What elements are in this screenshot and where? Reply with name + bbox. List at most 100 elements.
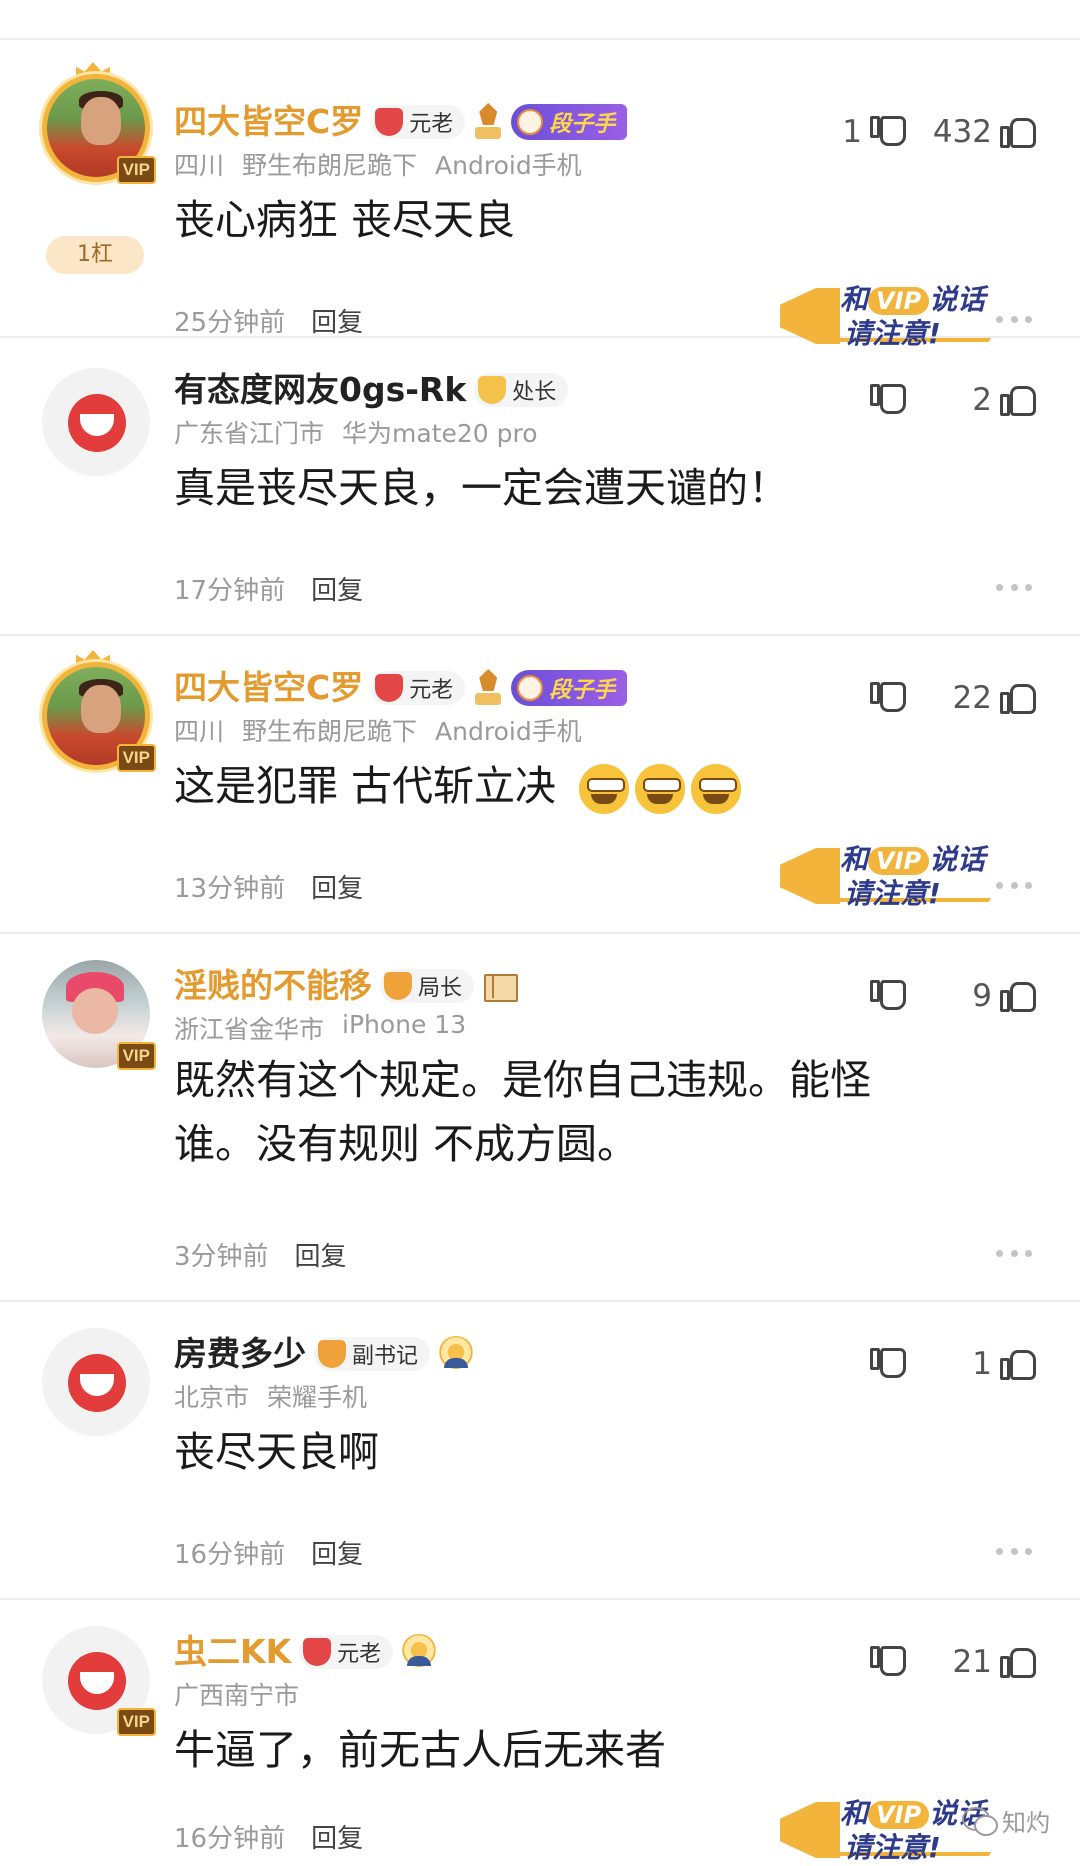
timestamp: 17分钟前	[174, 576, 286, 606]
comment-footer: 17分钟前 回复	[174, 570, 363, 607]
comment-footer: 13分钟前 回复	[174, 868, 363, 905]
more-icon[interactable]	[996, 882, 1032, 890]
comment-footer: 16分钟前 回复	[174, 1534, 363, 1571]
username[interactable]: 虫二KK	[174, 1630, 291, 1674]
avatar[interactable]: VIP	[30, 650, 156, 776]
name-row: 淫贱的不能移 局长	[174, 964, 519, 1008]
upvote-count: 2	[972, 382, 992, 418]
avatar[interactable]	[30, 1316, 156, 1442]
downvote-button[interactable]	[862, 380, 908, 420]
clown-icon	[517, 109, 544, 135]
downvote-button[interactable]: 1	[842, 112, 908, 152]
upvote-button[interactable]: 22	[953, 678, 1038, 718]
thumbs-down-icon	[868, 678, 908, 718]
downvote-button[interactable]	[862, 1642, 908, 1682]
upvote-count: 21	[952, 1644, 992, 1680]
avatar[interactable]	[30, 356, 156, 482]
downvote-button[interactable]	[862, 976, 908, 1016]
book-icon	[482, 970, 519, 1002]
meta-line: 广西南宁市	[174, 1676, 299, 1712]
vip-speak-banner: 和 VIP 说话 请注意!	[780, 1786, 992, 1866]
device: Android手机	[435, 717, 582, 746]
avatar[interactable]: VIP	[30, 948, 156, 1074]
thumbs-up-icon	[998, 380, 1038, 420]
meta-line: 广东省江门市 华为mate20 pro	[174, 414, 538, 450]
username[interactable]: 房费多少	[174, 1332, 306, 1376]
floor-badge: 1杠	[46, 236, 144, 274]
comment-item[interactable]: 房费多少 副书记 北京市 荣耀手机 1 丧尽天良啊 16分钟前 回复	[0, 1302, 1080, 1600]
wechat-icon	[962, 1806, 998, 1836]
comment-text-body: 这是犯罪 古代斩立决	[174, 762, 557, 810]
location: 四川	[174, 151, 225, 180]
comment-item[interactable]: VIP 1杠 四大皆空C罗 元老 段子手 四川 野生布朗尼跪下 Android手…	[0, 40, 1080, 350]
reply-button[interactable]: 回复	[295, 1236, 347, 1273]
username[interactable]: 淫贱的不能移	[174, 964, 372, 1008]
thumbs-down-icon	[868, 1344, 908, 1384]
thumbs-up-icon	[998, 1642, 1038, 1682]
device: iPhone 13	[342, 1010, 467, 1039]
thumbs-down-icon	[868, 1642, 908, 1682]
upvote-button[interactable]: 1	[972, 1344, 1038, 1384]
comment-item[interactable]: VIP 淫贱的不能移 局长 浙江省金华市 iPhone 13 9 既然有这个规定…	[0, 934, 1080, 1302]
timestamp: 3分钟前	[174, 1242, 269, 1272]
upvote-count: 1	[972, 1346, 992, 1382]
title-badge: 段子手	[511, 104, 628, 140]
rank-label: 元老	[409, 678, 454, 703]
upvote-button[interactable]: 2	[972, 380, 1038, 420]
meta-line: 浙江省金华市 iPhone 13	[174, 1010, 466, 1046]
username[interactable]: 有态度网友0gs-Rk	[174, 368, 466, 412]
comment-item[interactable]: VIP 虫二KK 元老 广西南宁市 21 牛逼了，前无古人后无来者 16分钟前 …	[0, 1600, 1080, 1866]
more-icon[interactable]	[996, 1548, 1032, 1556]
clown-icon	[517, 675, 544, 701]
medal-icon	[473, 669, 503, 707]
username[interactable]: 四大皆空C罗	[174, 666, 363, 710]
comment-text: 丧心病狂 丧尽天良	[174, 196, 516, 244]
rank-badge: 副书记	[314, 1337, 431, 1371]
comment-item[interactable]: 有态度网友0gs-Rk 处长 广东省江门市 华为mate20 pro 2 真是丧…	[0, 338, 1080, 636]
more-icon[interactable]	[996, 584, 1032, 592]
title-badge-label: 段子手	[549, 678, 616, 703]
reply-button[interactable]: 回复	[311, 570, 363, 607]
location: 广西南宁市	[174, 1681, 300, 1710]
device: 华为mate20 pro	[342, 419, 538, 448]
shield-icon	[303, 1638, 332, 1666]
rank-badge: 处长	[474, 373, 569, 407]
rank-badge: 元老	[371, 105, 466, 139]
megaphone-icon	[780, 848, 840, 904]
upvote-count: 432	[932, 114, 992, 150]
downvote-button[interactable]	[862, 1344, 908, 1384]
name-row: 虫二KK 元老	[174, 1630, 438, 1674]
comment-text: 丧尽天良啊	[174, 1428, 379, 1476]
upvote-button[interactable]: 9	[972, 976, 1038, 1016]
vip-badge: VIP	[116, 156, 156, 184]
upvote-button[interactable]: 432	[933, 112, 1038, 152]
reply-button[interactable]: 回复	[311, 1818, 363, 1855]
reply-button[interactable]: 回复	[311, 1534, 363, 1571]
location: 广东省江门市	[174, 419, 325, 448]
username[interactable]: 四大皆空C罗	[174, 100, 363, 144]
upvote-button[interactable]: 21	[953, 1642, 1038, 1682]
reply-button[interactable]: 回复	[311, 302, 363, 339]
rank-label: 元老	[337, 1642, 382, 1667]
name-row: 房费多少 副书记	[174, 1332, 475, 1376]
rank-label: 局长	[418, 976, 463, 1001]
rank-label: 副书记	[352, 1344, 419, 1369]
shield-icon	[375, 108, 404, 136]
avatar[interactable]: VIP	[30, 62, 156, 188]
avatar[interactable]: VIP	[30, 1614, 156, 1740]
medal-icon	[473, 103, 503, 141]
more-icon[interactable]	[996, 316, 1032, 324]
reply-button[interactable]: 回复	[311, 868, 363, 905]
emoji-group	[579, 764, 742, 814]
downvote-button[interactable]	[862, 678, 908, 718]
device: Android手机	[435, 151, 582, 180]
sun-icon	[438, 1336, 475, 1372]
location: 四川	[174, 717, 225, 746]
thumbs-up-icon	[998, 1344, 1038, 1384]
title-badge-label: 段子手	[549, 112, 616, 137]
comment-text: 既然有这个规定。是你自己违规。能怪 谁。没有规则 不成方圆。	[174, 1048, 1024, 1176]
rank-label: 处长	[512, 380, 557, 405]
more-icon[interactable]	[996, 1250, 1032, 1258]
name-row: 有态度网友0gs-Rk 处长	[174, 368, 569, 412]
comment-item[interactable]: VIP 四大皆空C罗 元老 段子手 四川 野生布朗尼跪下 Android手机 2…	[0, 636, 1080, 934]
